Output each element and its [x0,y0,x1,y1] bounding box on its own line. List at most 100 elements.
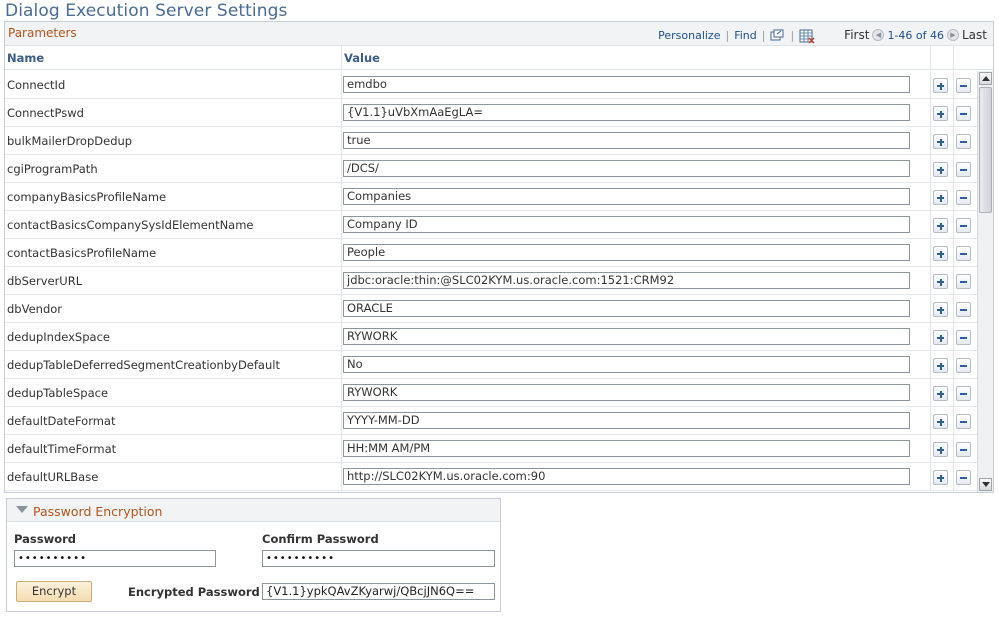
column-divider [930,379,931,407]
parameter-value-input[interactable]: http://SLC02KYM.us.oracle.com:90 [343,468,910,485]
column-divider [341,155,342,183]
minus-icon [960,225,967,227]
delete-row-button[interactable] [956,106,971,121]
parameter-value-input[interactable]: YYYY-MM-DD [343,412,910,429]
scroll-down-icon[interactable] [979,478,992,491]
delete-row-button[interactable] [956,134,971,149]
column-divider [341,71,342,99]
add-row-button[interactable] [933,134,948,149]
parameter-value-input[interactable]: No [343,356,910,373]
parameter-value-input[interactable]: Company ID [343,216,910,233]
column-divider [953,183,954,211]
parameter-value-input[interactable]: HH:MM AM/PM [343,440,910,457]
parameter-value-input[interactable]: /DCS/ [343,160,910,177]
parameter-value-input[interactable]: People [343,244,910,261]
delete-row-button[interactable] [956,162,971,177]
vertical-scrollbar[interactable] [977,71,993,492]
add-row-button[interactable] [933,414,948,429]
password-label: Password [14,532,76,546]
parameter-value-input[interactable]: RYWORK [343,384,910,401]
delete-row-button[interactable] [956,302,971,317]
name-column-header[interactable]: Name [7,51,44,65]
add-row-button[interactable] [933,302,948,317]
add-row-button[interactable] [933,470,948,485]
delete-row-button[interactable] [956,358,971,373]
parameter-value-input[interactable]: jdbc:oracle:thin:@SLC02KYM.us.oracle.com… [343,272,910,289]
minus-icon [960,393,967,395]
next-icon[interactable]: ▶ [947,29,959,41]
delete-row-button[interactable] [956,414,971,429]
column-divider [341,407,342,435]
previous-icon[interactable]: ◀ [872,29,885,41]
table-row: ConnectPswd {V1.1}uVbXmAaEgLA= [5,99,993,127]
password-encryption-header[interactable]: Password Encryption [7,499,500,522]
delete-row-button[interactable] [956,218,971,233]
add-row-button[interactable] [933,190,948,205]
table-row: contactBasicsCompanySysIdElementName Comp… [5,211,993,239]
delete-row-button[interactable] [956,274,971,289]
delete-row-button[interactable] [956,190,971,205]
parameter-name: dbVendor [7,302,63,316]
minus-icon [960,309,967,311]
delete-row-button[interactable] [956,470,971,485]
add-row-button[interactable] [933,442,948,457]
parameter-name: dbServerURL [7,274,83,288]
delete-row-button[interactable] [956,78,971,93]
parameter-value-input[interactable]: {V1.1}uVbXmAaEgLA= [343,104,910,121]
parameter-value-input[interactable]: Companies [343,188,910,205]
column-divider [953,463,954,491]
scroll-thumb[interactable] [979,87,992,213]
parameter-value-input[interactable]: RYWORK [343,328,910,345]
add-row-button[interactable] [933,78,948,93]
plus-icon-vertical [939,418,942,426]
scroll-up-icon[interactable] [979,72,992,85]
download-excel-icon[interactable] [799,29,815,43]
value-column-header[interactable]: Value [344,51,380,65]
column-divider [953,211,954,239]
add-row-button[interactable] [933,386,948,401]
parameter-name: defaultURLBase [7,470,99,484]
plus-icon-vertical [939,110,942,118]
plus-icon-vertical [939,194,942,202]
delete-row-button[interactable] [956,246,971,261]
password-field[interactable]: •••••••••• [14,550,216,567]
add-row-button[interactable] [933,106,948,121]
plus-icon-vertical [939,334,942,342]
parameter-value-input[interactable]: ORACLE [343,300,910,317]
parameter-name: dedupIndexSpace [7,330,110,344]
plus-icon-vertical [939,306,942,314]
collapse-triangle-icon[interactable] [16,506,28,513]
parameter-value-input[interactable]: true [343,132,910,149]
find-link[interactable]: Find [734,29,757,42]
column-divider [341,211,342,239]
delete-row-button[interactable] [956,442,971,457]
add-row-button[interactable] [933,358,948,373]
confirm-password-field[interactable]: •••••••••• [262,550,495,567]
column-divider [953,295,954,323]
encrypted-password-field[interactable]: {V1.1}ypkQAvZKyarwj/QBcjJN6Q== [262,583,495,600]
column-divider [341,435,342,463]
delete-row-button[interactable] [956,330,971,345]
plus-icon-vertical [939,82,942,90]
column-divider [930,267,931,295]
parameter-value-input[interactable]: emdbo [343,76,910,93]
column-divider [930,46,931,70]
minus-icon [960,253,967,255]
column-divider [930,71,931,99]
view-all-icon[interactable] [770,29,785,42]
add-row-button[interactable] [933,246,948,261]
personalize-link[interactable]: Personalize [658,29,720,42]
add-row-button[interactable] [933,330,948,345]
plus-icon-vertical [939,362,942,370]
first-label: First [844,28,870,42]
add-row-button[interactable] [933,274,948,289]
add-row-button[interactable] [933,218,948,233]
minus-icon [960,337,967,339]
plus-icon-vertical [939,278,942,286]
column-divider [341,239,342,267]
column-divider [341,267,342,295]
encrypt-button[interactable]: Encrypt [16,581,92,602]
add-row-button[interactable] [933,162,948,177]
delete-row-button[interactable] [956,386,971,401]
table-row: dbVendor ORACLE [5,295,993,323]
